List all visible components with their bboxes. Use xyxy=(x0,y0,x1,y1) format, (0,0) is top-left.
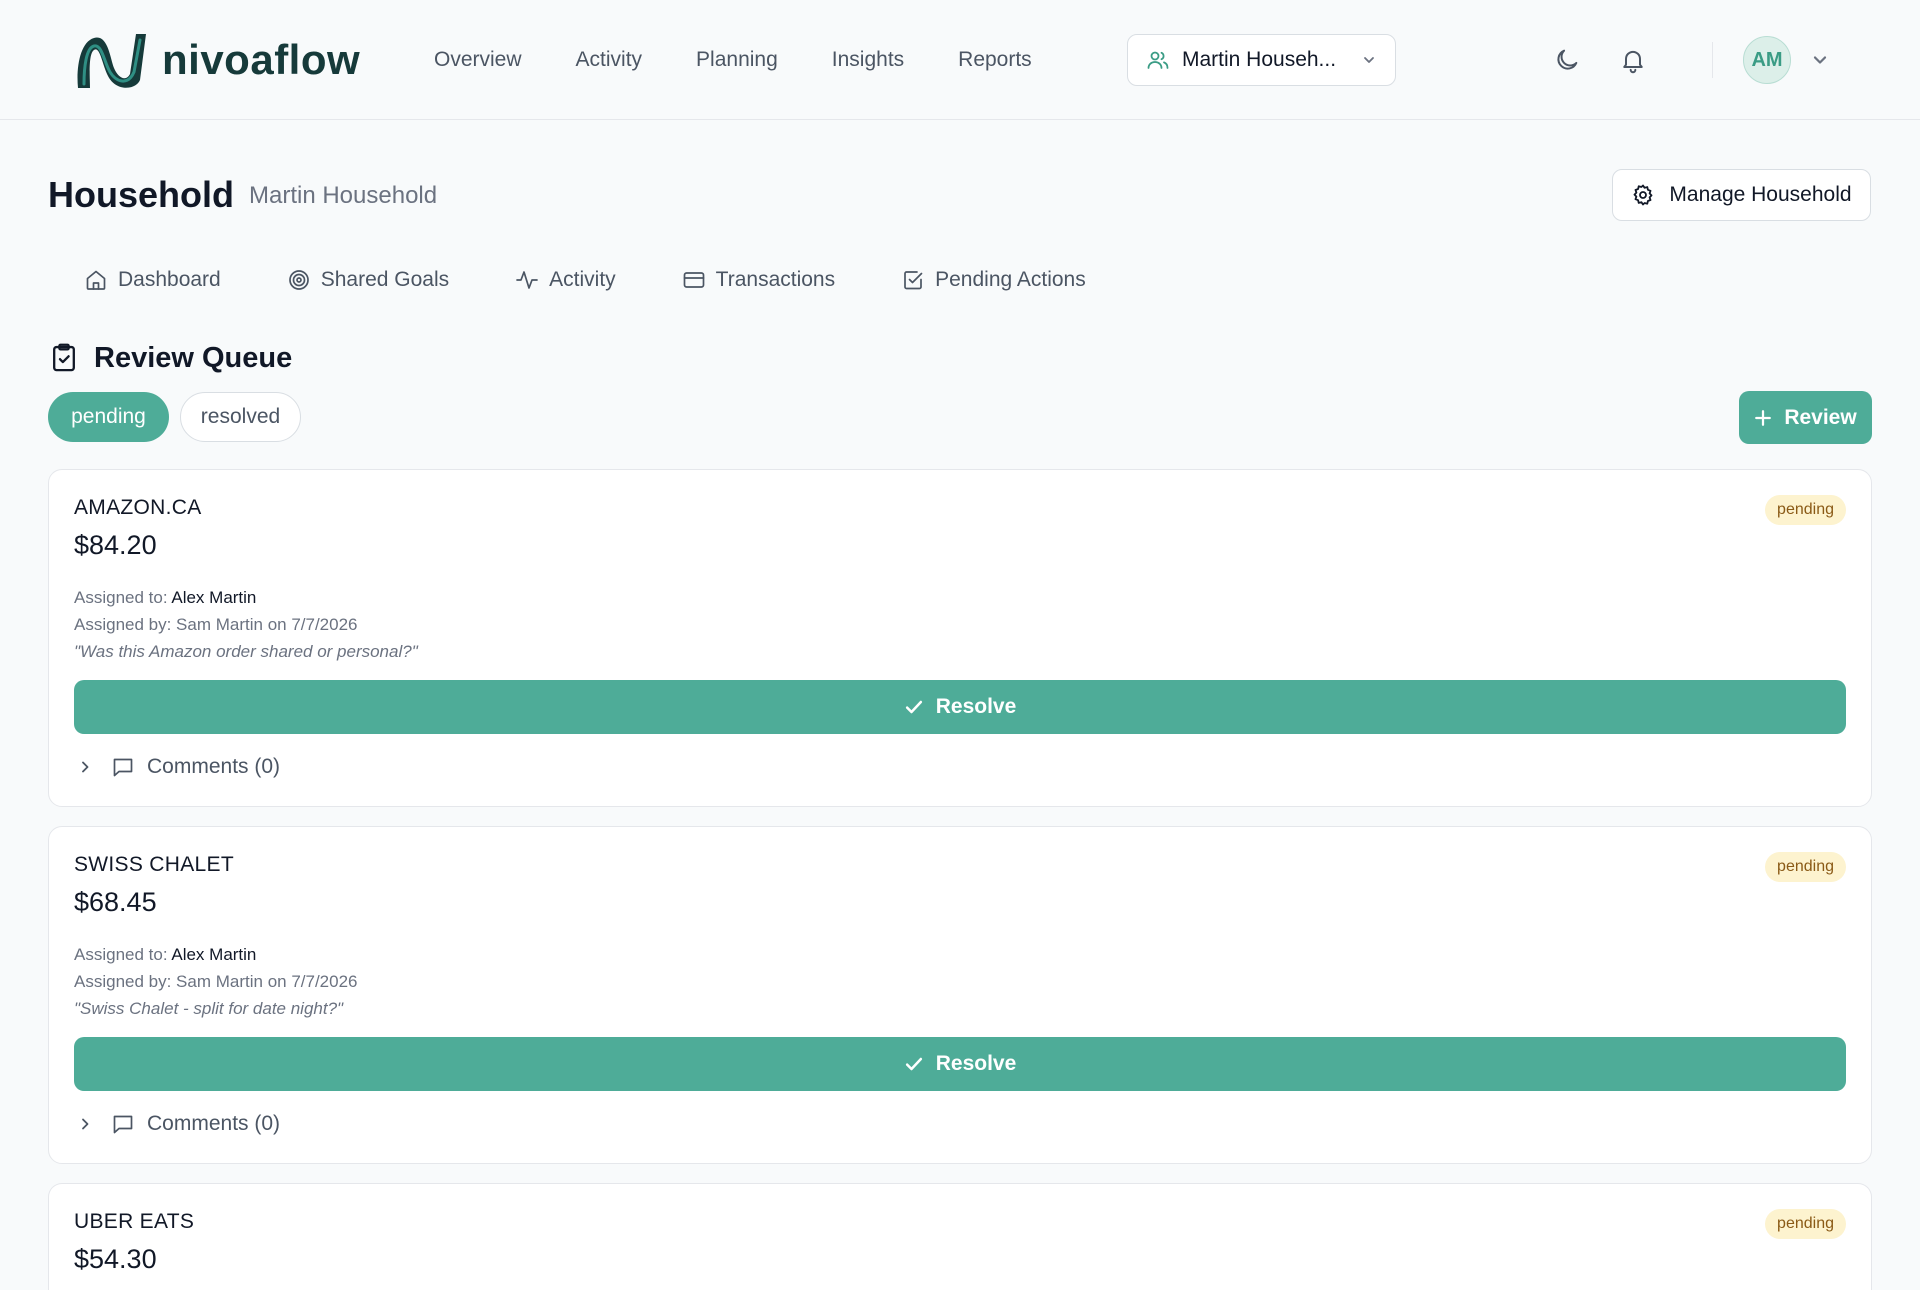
review-card: UBER EATS $54.30 pending xyxy=(48,1183,1872,1290)
chevron-right-icon xyxy=(82,1118,89,1130)
tab-pending-actions[interactable]: Pending Actions xyxy=(901,268,1086,292)
add-review-label: Review xyxy=(1784,405,1857,429)
nav-planning[interactable]: Planning xyxy=(696,48,778,72)
users-icon xyxy=(1147,51,1169,69)
gear-icon xyxy=(1634,184,1653,206)
card-note: "Swiss Chalet - split for date night?" xyxy=(74,999,344,1018)
tab-pending-actions-label: Pending Actions xyxy=(935,268,1086,291)
nav-activity[interactable]: Activity xyxy=(576,48,643,72)
moon-icon xyxy=(1557,49,1578,70)
tab-shared-goals-label: Shared Goals xyxy=(320,268,450,291)
credit-card-icon xyxy=(683,272,705,288)
brand-logo[interactable]: nivoaflow xyxy=(70,28,360,92)
comment-icon xyxy=(113,758,133,777)
filter-resolved[interactable]: resolved xyxy=(180,392,301,442)
card-note: "Was this Amazon order shared or persona… xyxy=(74,642,418,661)
resolve-label: Resolve xyxy=(935,695,1017,718)
comments-label: Comments (0) xyxy=(147,755,281,778)
header-divider xyxy=(1712,42,1713,78)
assigned-to-name: Alex Martin xyxy=(171,588,257,607)
review-queue-header: Review Queue xyxy=(50,340,292,376)
manage-household-button[interactable]: Manage Household xyxy=(1612,169,1871,221)
resolve-button[interactable]: Resolve xyxy=(74,1037,1846,1091)
chevron-right-icon xyxy=(82,761,89,773)
review-card: SWISS CHALET $68.45 pending Assigned to:… xyxy=(48,826,1872,1164)
card-assigned-by: Assigned by: Sam Martin on 7/7/2026 xyxy=(74,615,358,634)
plus-icon xyxy=(1755,409,1772,426)
brand-name: nivoaflow xyxy=(162,36,361,83)
card-merchant: UBER EATS xyxy=(74,1210,195,1233)
tab-dashboard[interactable]: Dashboard xyxy=(84,268,221,292)
card-assigned-to: Assigned to: Alex Martin xyxy=(74,945,256,965)
chevron-down-icon xyxy=(1364,57,1374,63)
comment-icon xyxy=(113,1115,133,1134)
checkbox-icon xyxy=(904,271,923,290)
assigned-to-name: Alex Martin xyxy=(171,945,257,964)
target-icon xyxy=(288,270,309,290)
nav-overview[interactable]: Overview xyxy=(434,48,522,72)
review-card: AMAZON.CA $84.20 pending Assigned to: Al… xyxy=(48,469,1872,807)
tab-activity-label: Activity xyxy=(549,268,616,291)
comments-toggle[interactable]: Comments (0) xyxy=(77,1109,280,1139)
check-icon xyxy=(905,700,922,714)
home-icon xyxy=(86,270,106,290)
tab-transactions-label: Transactions xyxy=(715,268,836,291)
card-merchant: SWISS CHALET xyxy=(74,853,234,876)
manage-household-label: Manage Household xyxy=(1669,183,1852,206)
page-subtitle: Martin Household xyxy=(249,182,438,209)
tab-transactions[interactable]: Transactions xyxy=(682,268,835,292)
nav-reports[interactable]: Reports xyxy=(958,48,1032,72)
top-navigation-bar: nivoaflow Overview Activity Planning Ins… xyxy=(0,0,1920,120)
comments-toggle[interactable]: Comments (0) xyxy=(77,752,280,782)
page-title: Household xyxy=(48,174,234,215)
resolve-label: Resolve xyxy=(935,1052,1017,1075)
filter-pending[interactable]: pending xyxy=(48,392,169,442)
assigned-to-label: Assigned to: xyxy=(74,588,168,607)
household-selector-label: Martin Househ... xyxy=(1182,48,1337,71)
user-avatar[interactable]: AM xyxy=(1743,36,1791,84)
household-tabs: Dashboard Shared Goals Activity Transact… xyxy=(84,262,1152,298)
nivoaflow-logo-icon xyxy=(77,34,146,88)
tab-dashboard-label: Dashboard xyxy=(118,268,221,291)
notifications-button[interactable] xyxy=(1615,42,1651,78)
clipboard-check-icon xyxy=(53,343,75,372)
card-amount: $68.45 xyxy=(74,887,157,917)
nav-insights[interactable]: Insights xyxy=(832,48,904,72)
assigned-to-label: Assigned to: xyxy=(74,945,168,964)
household-selector[interactable]: Martin Househ... xyxy=(1127,34,1396,86)
card-merchant: AMAZON.CA xyxy=(74,496,202,519)
tab-activity[interactable]: Activity xyxy=(515,268,616,292)
card-assigned-to: Assigned to: Alex Martin xyxy=(74,588,256,608)
tab-shared-goals[interactable]: Shared Goals xyxy=(287,268,449,292)
main-nav: Overview Activity Planning Insights Repo… xyxy=(434,40,1086,80)
comments-label: Comments (0) xyxy=(147,1112,281,1135)
status-badge: pending xyxy=(1765,1209,1846,1239)
activity-icon xyxy=(516,271,539,289)
bell-icon xyxy=(1623,50,1643,74)
account-chevron-down-icon[interactable] xyxy=(1810,50,1830,70)
card-amount: $84.20 xyxy=(74,530,157,560)
status-badge: pending xyxy=(1765,495,1846,525)
check-icon xyxy=(905,1057,922,1071)
card-amount: $54.30 xyxy=(74,1244,157,1274)
add-review-button[interactable]: Review xyxy=(1739,391,1872,444)
card-assigned-by: Assigned by: Sam Martin on 7/7/2026 xyxy=(74,972,358,991)
status-badge: pending xyxy=(1765,852,1846,882)
theme-toggle-button[interactable] xyxy=(1549,42,1585,78)
resolve-button[interactable]: Resolve xyxy=(74,680,1846,734)
review-queue-title: Review Queue xyxy=(94,341,293,374)
